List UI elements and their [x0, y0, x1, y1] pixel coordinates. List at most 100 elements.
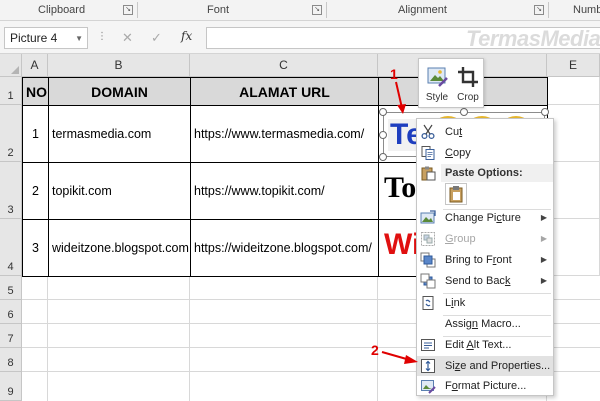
- ribbon-group-font: Font: [207, 4, 230, 16]
- menu-item-send-to-back[interactable]: Send to Back ▶: [417, 271, 553, 291]
- row-header-2[interactable]: 2: [0, 105, 22, 162]
- column-header-b[interactable]: B: [48, 54, 190, 77]
- send-to-back-icon: [420, 273, 436, 289]
- row-header-9[interactable]: 9: [0, 372, 22, 401]
- picture-style-icon: [427, 67, 448, 87]
- menu-item-size-and-properties[interactable]: Size and Properties...: [417, 356, 553, 376]
- resize-handle-sw[interactable]: [379, 153, 387, 161]
- paste-options-header: Paste Options:: [441, 164, 553, 182]
- menu-label: Format Picture...: [445, 380, 527, 392]
- enter-check-icon[interactable]: ✓: [151, 30, 162, 46]
- row-header-8[interactable]: 8: [0, 348, 22, 372]
- menu-label: Bring to Front: [445, 254, 512, 266]
- link-icon: [422, 296, 434, 310]
- font-launcher-icon[interactable]: ↘: [312, 5, 322, 15]
- submenu-arrow-icon: ▶: [540, 255, 547, 264]
- menu-label: Group: [445, 233, 476, 245]
- crop-button[interactable]: Crop: [453, 63, 483, 105]
- picture-topikit-logo[interactable]: To: [384, 170, 416, 206]
- cancel-icon[interactable]: ✕: [122, 30, 133, 46]
- table-cell-no[interactable]: 1: [22, 105, 49, 163]
- ribbon-group-labels: Clipboard ↘ Font ↘ Alignment ↘ Numb: [0, 0, 600, 21]
- format-picture-icon: [421, 380, 436, 394]
- row-header-1[interactable]: 1: [0, 77, 22, 105]
- table-cell-url[interactable]: https://www.topikit.com/: [190, 162, 379, 220]
- menu-label: Copy: [445, 147, 471, 159]
- context-menu: Cut Copy Paste Options: Change Picture ▶…: [416, 118, 554, 396]
- submenu-arrow-icon: ▶: [540, 213, 547, 222]
- copy-icon: [421, 146, 435, 160]
- column-header-a[interactable]: A: [22, 54, 48, 77]
- table-cell-domain[interactable]: topikit.com: [48, 162, 191, 220]
- table-cell-no[interactable]: 2: [22, 162, 49, 220]
- resize-handle-w[interactable]: [379, 131, 387, 139]
- menu-item-change-picture[interactable]: Change Picture ▶: [417, 208, 553, 228]
- table-cell-domain[interactable]: termasmedia.com: [48, 105, 191, 163]
- menu-label: Link: [445, 297, 466, 309]
- header-cell-alamat-url[interactable]: ALAMAT URL: [190, 77, 379, 106]
- menu-item-bring-to-front[interactable]: Bring to Front ▶: [417, 250, 553, 270]
- paste-options-label: Paste Options:: [445, 167, 523, 179]
- ribbon-group-number: Numb: [573, 4, 600, 16]
- paste-keep-source-button[interactable]: [445, 183, 467, 205]
- ribbon-divider: [137, 2, 138, 18]
- chevron-down-icon[interactable]: ▼: [75, 34, 83, 43]
- table-cell-url[interactable]: https://wideitzone.blogspot.com/: [190, 219, 379, 277]
- watermark: TermasMedia: [466, 26, 600, 51]
- cell-e1[interactable]: [547, 77, 600, 105]
- clipboard-icon: [449, 186, 463, 203]
- cell-e2[interactable]: [547, 105, 600, 162]
- style-label: Style: [425, 92, 449, 103]
- column-header-c[interactable]: C: [190, 54, 378, 77]
- menu-label: Size and Properties...: [445, 360, 551, 372]
- select-all-triangle-icon: [11, 66, 19, 74]
- bring-to-front-icon: [420, 252, 436, 268]
- menu-item-copy[interactable]: Copy: [417, 143, 553, 163]
- submenu-arrow-icon: ▶: [540, 234, 547, 243]
- paste-options-icon: [421, 166, 436, 181]
- row-header-6[interactable]: 6: [0, 300, 22, 324]
- cell-e4[interactable]: [547, 219, 600, 276]
- name-box[interactable]: Picture 4 ▼: [4, 27, 88, 49]
- menu-label: Assign Macro...: [445, 318, 521, 330]
- row-header-7[interactable]: 7: [0, 324, 22, 348]
- ribbon-group-alignment: Alignment: [398, 4, 447, 16]
- menu-label: Send to Back: [445, 275, 511, 287]
- alignment-launcher-icon[interactable]: ↘: [534, 5, 544, 15]
- grip-dots-icon: ⋮: [97, 31, 107, 42]
- select-all-button[interactable]: [0, 54, 22, 77]
- style-button[interactable]: Style: [422, 63, 452, 105]
- resize-handle-n[interactable]: [460, 108, 468, 116]
- clipboard-launcher-icon[interactable]: ↘: [123, 5, 133, 15]
- menu-item-group[interactable]: Group ▶: [417, 229, 553, 249]
- menu-item-cut[interactable]: Cut: [417, 122, 553, 142]
- scissors-icon: [421, 124, 435, 140]
- header-cell-domain[interactable]: DOMAIN: [48, 77, 191, 106]
- annotation-step-2: 2: [371, 342, 379, 358]
- insert-function-button[interactable]: fx: [181, 29, 192, 43]
- alt-text-icon: [421, 339, 435, 351]
- column-header-e[interactable]: E: [547, 54, 600, 77]
- mini-toolbar: Style Crop: [418, 58, 484, 108]
- table-cell-no[interactable]: 3: [22, 219, 49, 277]
- header-cell-no[interactable]: NO: [22, 77, 49, 106]
- menu-item-edit-alt-text[interactable]: Edit Alt Text...: [417, 335, 553, 355]
- cell-e3[interactable]: [547, 162, 600, 219]
- menu-label: Change Picture: [445, 212, 521, 224]
- table-cell-url[interactable]: https://www.termasmedia.com/: [190, 105, 379, 163]
- table-cell-domain[interactable]: wideitzone.blogspot.com: [48, 219, 191, 277]
- resize-handle-ne[interactable]: [541, 108, 549, 116]
- row-header-4[interactable]: 4: [0, 219, 22, 276]
- size-properties-icon: [421, 359, 435, 373]
- annotation-arrow-1-icon: [395, 81, 406, 114]
- menu-item-link[interactable]: Link: [417, 293, 553, 313]
- resize-handle-nw[interactable]: [379, 108, 387, 116]
- ribbon-group-clipboard: Clipboard: [38, 4, 86, 16]
- row-header-5[interactable]: 5: [0, 276, 22, 300]
- row-header-3[interactable]: 3: [0, 162, 22, 219]
- menu-item-format-picture[interactable]: Format Picture...: [417, 376, 553, 396]
- group-icon: [421, 232, 435, 246]
- picture-wideitzone-logo[interactable]: Wi: [384, 227, 420, 263]
- menu-item-assign-macro[interactable]: Assign Macro...: [417, 314, 553, 334]
- crop-icon: [458, 67, 478, 87]
